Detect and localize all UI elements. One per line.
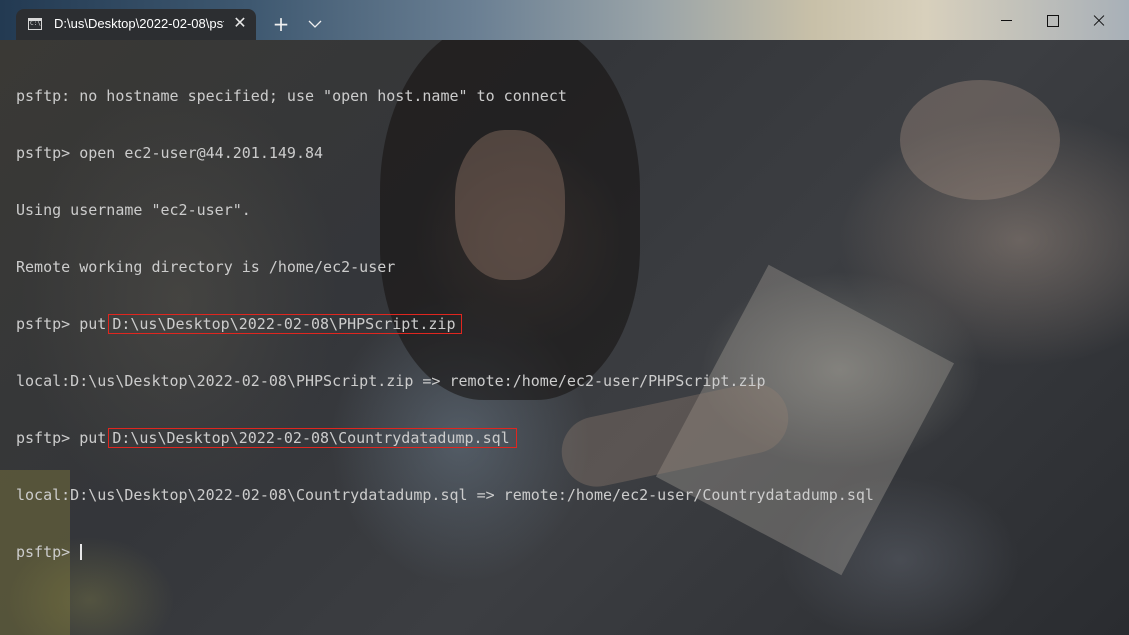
minimize-button[interactable] <box>984 0 1030 40</box>
terminal-window: D:\us\Desktop\2022-02-08\psft ✕ + psftp: <box>0 0 1129 635</box>
highlighted-path: D:\us\Desktop\2022-02-08\Countrydatadump… <box>108 428 517 448</box>
terminal-line: local:D:\us\Desktop\2022-02-08\PHPScript… <box>16 372 766 390</box>
tab-psftp[interactable]: D:\us\Desktop\2022-02-08\psft ✕ <box>16 9 256 40</box>
command-prompt: psftp> <box>16 543 80 561</box>
terminal-lines: psftp: no hostname specified; use "open … <box>16 49 874 600</box>
text-cursor <box>80 544 83 560</box>
terminal-line: Remote working directory is /home/ec2-us… <box>16 258 396 276</box>
current-prompt-line[interactable]: psftp> <box>16 543 874 562</box>
chevron-down-icon <box>308 20 322 28</box>
background-wallpaper-knee <box>900 80 1060 200</box>
close-window-button[interactable] <box>1076 0 1122 40</box>
terminal-tab-icon <box>28 18 42 30</box>
highlighted-path: D:\us\Desktop\2022-02-08\PHPScript.zip <box>108 314 463 334</box>
tab-title: D:\us\Desktop\2022-02-08\psft <box>54 16 224 31</box>
new-tab-button[interactable]: + <box>268 12 294 36</box>
close-icon[interactable]: ✕ <box>231 13 249 33</box>
terminal-line: Using username "ec2-user". <box>16 201 251 219</box>
terminal-line: psftp: no hostname specified; use "open … <box>16 87 567 105</box>
put-command-line: psftp> put D:\us\Desktop\2022-02-08\Count… <box>16 428 874 448</box>
tab-dropdown-button[interactable] <box>302 12 328 36</box>
terminal-output[interactable]: psftp: no hostname specified; use "open … <box>0 40 1129 635</box>
plus-icon: + <box>272 12 290 36</box>
title-bar: D:\us\Desktop\2022-02-08\psft ✕ + <box>0 0 1129 40</box>
maximize-button[interactable] <box>1030 0 1076 40</box>
terminal-line: local:D:\us\Desktop\2022-02-08\Countryda… <box>16 486 874 504</box>
command-prompt: psftp> put <box>16 429 107 447</box>
put-command-line: psftp> put D:\us\Desktop\2022-02-08\PHPSc… <box>16 314 874 334</box>
command-prompt: psftp> put <box>16 315 107 333</box>
terminal-line: psftp> open ec2-user@44.201.149.84 <box>16 144 324 162</box>
